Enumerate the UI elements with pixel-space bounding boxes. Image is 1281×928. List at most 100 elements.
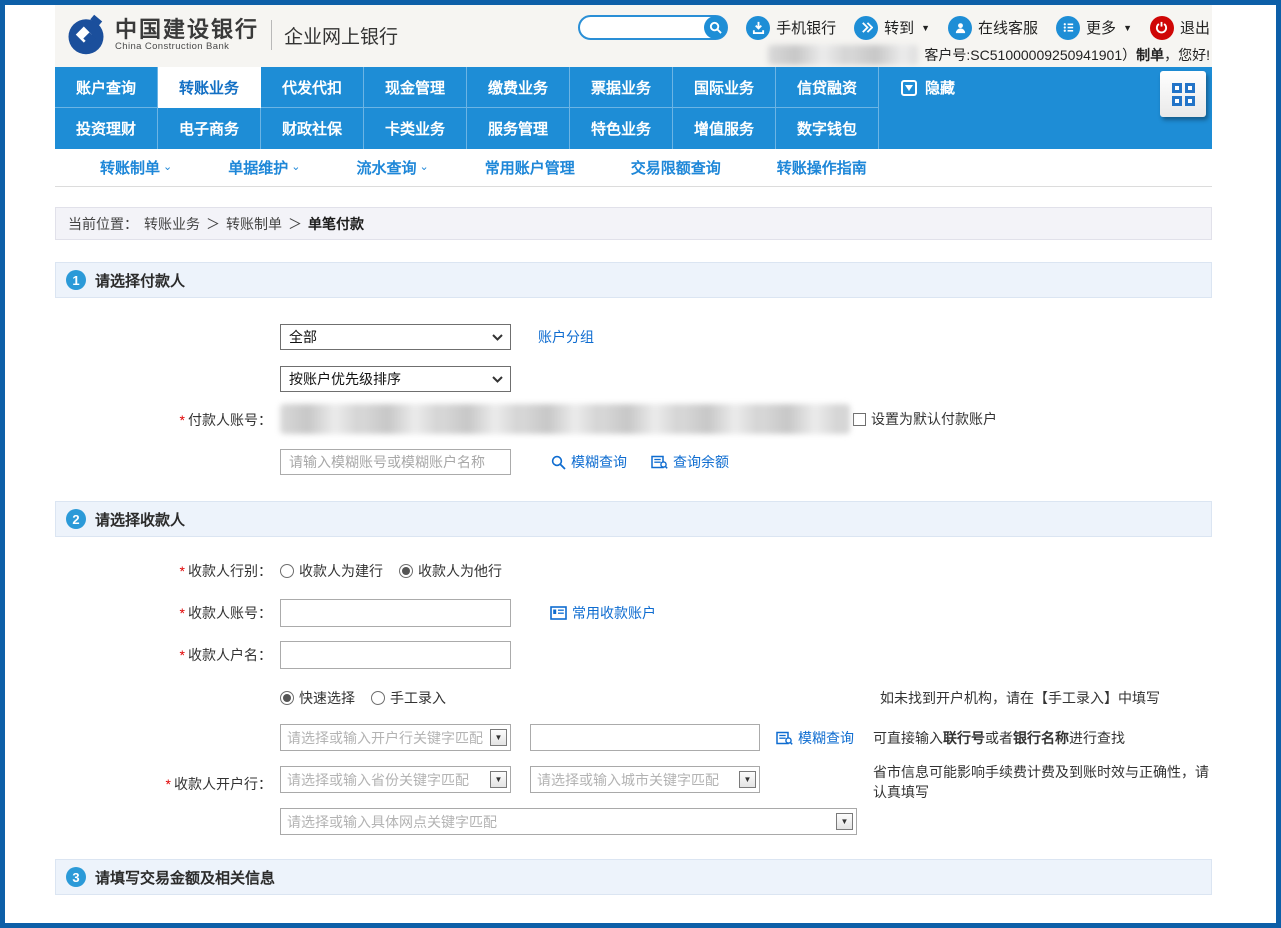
browser-window: 中国建设银行 China Construction Bank 企业网上银行: [0, 0, 1281, 928]
magnifier-icon: [551, 455, 566, 470]
combo-dropdown-button[interactable]: ▼: [739, 771, 756, 788]
payee-other-bank-radio[interactable]: [399, 564, 413, 578]
goto-button[interactable]: 转到 ▼: [854, 16, 930, 40]
main-nav-row1: 账户查询 转账业务 代发代扣 现金管理 缴费业务 票据业务 国际业务 信贷融资 …: [55, 67, 1212, 108]
redacted-company-name: [768, 45, 918, 65]
manual-entry-note: 如未找到开户机构，请在【手工录入】中填写: [880, 688, 1215, 708]
goto-label: 转到: [884, 17, 914, 38]
tab-special-business[interactable]: 特色业务: [570, 108, 673, 149]
tab-transfer-active[interactable]: 转账业务: [158, 67, 261, 108]
tab-credit-financing[interactable]: 信贷融资: [776, 67, 879, 108]
more-button[interactable]: 更多 ▼: [1056, 16, 1132, 40]
payer-account-label: *付款人账号：: [55, 404, 280, 430]
customer-info: 客户号:SC51000009250941901） 制单 ，您好!: [768, 45, 1210, 65]
subnav-limit-query[interactable]: 交易限额查询: [631, 157, 721, 178]
account-group-link[interactable]: 账户分组: [538, 327, 594, 347]
online-service-label: 在线客服: [978, 17, 1038, 38]
hide-label: 隐藏: [925, 77, 955, 98]
subnav-transfer-guide[interactable]: 转账操作指南: [777, 157, 867, 178]
logout-label: 退出: [1180, 17, 1210, 38]
more-icon: [1056, 16, 1080, 40]
combo-dropdown-button[interactable]: ▼: [836, 813, 853, 830]
main-nav: 账户查询 转账业务 代发代扣 现金管理 缴费业务 票据业务 国际业务 信贷融资 …: [55, 67, 1212, 149]
subnav-flow-query[interactable]: 流水查询⌄: [356, 157, 428, 178]
payee-account-input[interactable]: [280, 599, 511, 627]
required-asterisk: *: [180, 563, 185, 579]
chevron-down-icon: ⌄: [163, 160, 172, 173]
chevron-down-icon: ⌄: [291, 160, 300, 173]
mobile-banking-icon: [746, 16, 770, 40]
customer-number: 客户号:SC51000009250941901）: [924, 45, 1136, 65]
bank-keyword-combo: ▼: [280, 724, 511, 751]
fuzzy-query-link[interactable]: 模糊查询: [551, 452, 627, 472]
tab-fiscal-social[interactable]: 财政社保: [261, 108, 364, 149]
logout-button[interactable]: 退出: [1150, 16, 1210, 40]
search-input[interactable]: [588, 18, 700, 37]
redacted-payer-account[interactable]: [280, 404, 850, 434]
section3-header: 3 请填写交易金额及相关信息: [55, 859, 1212, 895]
product-title: 企业网上银行: [284, 22, 398, 49]
breadcrumb: 当前位置： 转账业务 ＞ 转账制单 ＞ 单笔付款: [55, 207, 1212, 240]
header: 中国建设银行 China Construction Bank 企业网上银行: [55, 5, 1212, 67]
tab-international[interactable]: 国际业务: [673, 67, 776, 108]
frequent-payee-link[interactable]: 常用收款账户: [550, 603, 656, 623]
payee-name-label: *收款人户名：: [55, 645, 280, 665]
bank-fuzzy-query-link[interactable]: 模糊查询: [776, 728, 854, 748]
tab-card-business[interactable]: 卡类业务: [364, 108, 467, 149]
account-sort-select[interactable]: 按账户优先级排序: [280, 366, 511, 392]
tab-bill-payment[interactable]: 缴费业务: [467, 67, 570, 108]
quick-menu-button[interactable]: [1160, 71, 1206, 117]
logout-icon: [1150, 16, 1174, 40]
section1-header: 1 请选择付款人: [55, 262, 1212, 298]
manual-entry-radio[interactable]: [371, 691, 385, 705]
tab-investment[interactable]: 投资理财: [55, 108, 158, 149]
payee-bank-label: *收款人开户行：: [55, 774, 280, 794]
tab-notes-business[interactable]: 票据业务: [570, 67, 673, 108]
brand-divider: [271, 20, 272, 50]
sub-nav: 转账制单⌄ 单据维护⌄ 流水查询⌄ 常用账户管理 交易限额查询 转账操作指南: [55, 149, 1212, 187]
subnav-doc-maintenance[interactable]: 单据维护⌄: [228, 157, 300, 178]
province-input[interactable]: [281, 772, 490, 788]
section1-title: 请选择付款人: [95, 270, 185, 291]
online-service-button[interactable]: 在线客服: [948, 16, 1038, 40]
fuzzy-account-input[interactable]: [280, 449, 511, 475]
tab-value-added[interactable]: 增值服务: [673, 108, 776, 149]
branch-combo: ▼: [280, 808, 857, 835]
balance-query-icon: [651, 455, 668, 469]
payee-account-label: *收款人账号：: [55, 603, 280, 623]
hide-icon: [901, 80, 917, 96]
chevron-down-icon: ▼: [1123, 23, 1132, 33]
brand-text: 中国建设银行 China Construction Bank: [115, 19, 259, 52]
tab-service-management[interactable]: 服务管理: [467, 108, 570, 149]
combo-dropdown-button[interactable]: ▼: [490, 729, 507, 746]
tab-cash-management[interactable]: 现金管理: [364, 67, 467, 108]
search-icon[interactable]: [704, 16, 727, 39]
default-payer-label: 设置为默认付款账户: [871, 409, 997, 429]
balance-query-link[interactable]: 查询余额: [651, 452, 729, 472]
account-group-select[interactable]: 全部: [280, 324, 511, 350]
combo-dropdown-button[interactable]: ▼: [490, 771, 507, 788]
mobile-banking-button[interactable]: 手机银行: [746, 16, 836, 40]
required-asterisk: *: [180, 647, 185, 663]
bank-extra-input[interactable]: [530, 724, 760, 751]
brand: 中国建设银行 China Construction Bank 企业网上银行: [65, 14, 398, 56]
payee-name-input[interactable]: [280, 641, 511, 669]
branch-input[interactable]: [281, 814, 836, 830]
default-payer-checkbox[interactable]: [853, 413, 866, 426]
quick-select-radio[interactable]: [280, 691, 294, 705]
city-input[interactable]: [531, 772, 739, 788]
subnav-transfer-order[interactable]: 转账制单⌄: [100, 157, 172, 178]
tab-account-inquiry[interactable]: 账户查询: [55, 67, 158, 108]
ccb-logo-icon: [65, 14, 107, 56]
goto-icon: [854, 16, 878, 40]
tab-agent-payment[interactable]: 代发代扣: [261, 67, 364, 108]
bank-keyword-input[interactable]: [281, 730, 490, 746]
subnav-frequent-accounts[interactable]: 常用账户管理: [485, 157, 575, 178]
balance-query-icon: [776, 731, 793, 745]
chevron-down-icon: [492, 376, 503, 383]
tab-ecommerce[interactable]: 电子商务: [158, 108, 261, 149]
payee-ccb-radio[interactable]: [280, 564, 294, 578]
chevron-down-icon: ▼: [921, 23, 930, 33]
tab-digital-wallet[interactable]: 数字钱包: [776, 108, 879, 149]
step-2-badge: 2: [66, 509, 86, 529]
